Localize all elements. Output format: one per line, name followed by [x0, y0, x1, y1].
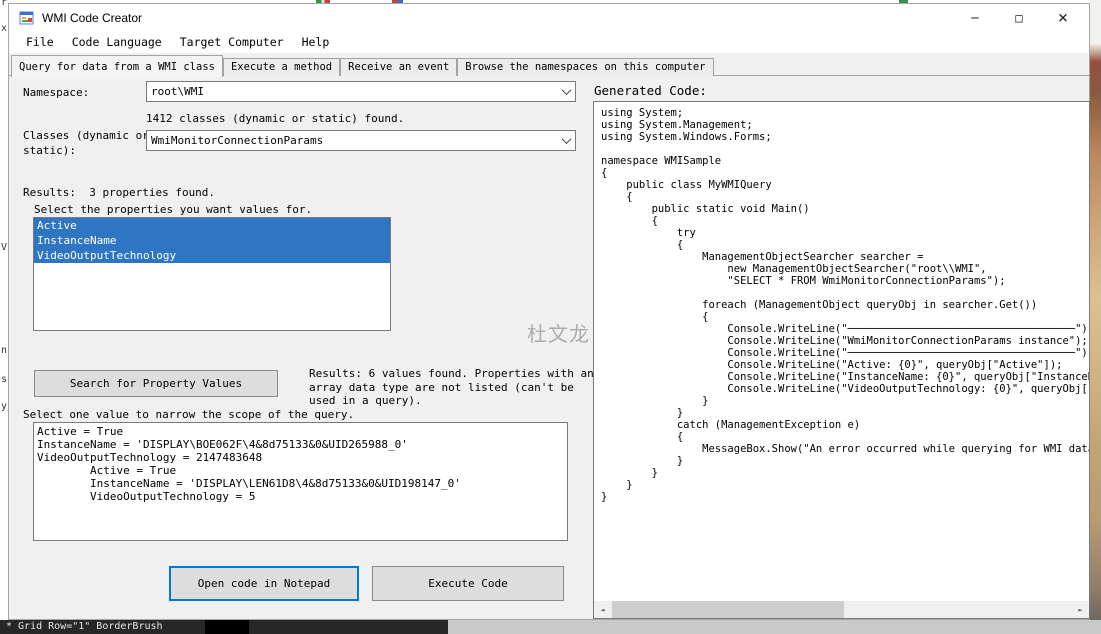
edge-letter: n — [1, 346, 7, 356]
namespace-value: root\WMI — [147, 85, 557, 98]
list-item[interactable]: VideoOutputTechnology = 2147483648 — [34, 451, 567, 464]
tab-execute-method[interactable]: Execute a method — [223, 58, 340, 76]
edge-letter: y — [1, 402, 7, 412]
search-property-values-button[interactable]: Search for Property Values — [34, 370, 278, 397]
edge-letter: x — [1, 24, 7, 34]
values-listbox[interactable]: Active = True InstanceName = 'DISPLAY\BO… — [33, 422, 568, 541]
list-item-instancename[interactable]: InstanceName — [34, 233, 390, 248]
app-icon — [19, 10, 35, 26]
list-item[interactable]: Active = True — [34, 425, 567, 438]
menu-item-code-language[interactable]: Code Language — [63, 33, 171, 51]
titlebar: WMI Code Creator ─ □ × — [9, 4, 1089, 31]
tabstrip: Query for data from a WMI class Execute … — [11, 54, 714, 76]
tab-browse-namespaces[interactable]: Browse the namespaces on this computer — [457, 58, 713, 76]
namespace-label: Namespace: — [23, 85, 89, 100]
window-controls: ─ □ × — [953, 4, 1085, 31]
menu-item-file[interactable]: File — [17, 33, 63, 51]
screen: r x V| n s y * Grid Row="1" BorderBrush … — [0, 0, 1101, 634]
watermark: 杜文龙 — [527, 318, 590, 347]
generated-code-textbox[interactable]: using System; using System.Management; u… — [594, 102, 1089, 601]
list-item-active[interactable]: Active — [34, 218, 390, 233]
maximize-button[interactable]: □ — [997, 4, 1041, 31]
namespace-combobox[interactable]: root\WMI — [146, 81, 576, 102]
open-code-notepad-button[interactable]: Open code in Notepad — [169, 566, 359, 601]
chevron-down-icon[interactable] — [557, 131, 575, 150]
menubar: File Code Language Target Computer Help — [9, 31, 1089, 53]
scroll-left-arrow-icon[interactable]: ◄ — [594, 601, 611, 618]
background-editor-bar: * Grid Row="1" BorderBrush — [0, 620, 1101, 634]
generated-code-box: using System; using System.Management; u… — [593, 101, 1090, 619]
menu-item-target-computer[interactable]: Target Computer — [171, 33, 293, 51]
classes-combobox[interactable]: WmiMonitorConnectionParams — [146, 130, 576, 151]
chevron-down-icon[interactable] — [557, 82, 575, 101]
menu-item-help[interactable]: Help — [293, 33, 339, 51]
list-item-videooutputtechnology[interactable]: VideoOutputTechnology — [34, 248, 390, 263]
select-value-text: Select one value to narrow the scope of … — [23, 407, 354, 422]
code-horizontal-scrollbar[interactable]: ◄ ► — [594, 601, 1089, 618]
edge-letter: r — [1, 0, 7, 8]
classes-found-text: 1412 classes (dynamic or static) found. — [146, 111, 404, 126]
classes-label: Classes (dynamic or static): — [23, 128, 153, 158]
window-title: WMI Code Creator — [42, 11, 142, 25]
generated-code-label: Generated Code: — [594, 83, 707, 98]
scroll-right-arrow-icon[interactable]: ► — [1072, 601, 1089, 618]
desktop-wallpaper-strip — [1090, 0, 1101, 620]
execute-code-button[interactable]: Execute Code — [372, 566, 564, 601]
tab-receive-event[interactable]: Receive an event — [340, 58, 457, 76]
classes-value: WmiMonitorConnectionParams — [147, 134, 557, 147]
list-item[interactable]: VideoOutputTechnology = 5 — [34, 490, 567, 503]
wmi-code-creator-window: WMI Code Creator ─ □ × File Code Languag… — [8, 3, 1090, 620]
close-button[interactable]: × — [1041, 4, 1085, 31]
scrollbar-thumb[interactable] — [612, 601, 844, 618]
minimize-button[interactable]: ─ — [953, 4, 997, 31]
select-properties-text: Select the properties you want values fo… — [34, 202, 312, 217]
bottom-black-box — [205, 620, 249, 634]
properties-listbox[interactable]: Active InstanceName VideoOutputTechnolog… — [33, 217, 391, 331]
edge-letter: s — [1, 375, 7, 385]
list-item[interactable]: Active = True — [34, 464, 567, 477]
list-item[interactable]: InstanceName = 'DISPLAY\BOE062F\4&8d7513… — [34, 438, 567, 451]
values-results-text: Results: 6 values found. Properties with… — [309, 367, 605, 408]
tab-query-wmi-class[interactable]: Query for data from a WMI class — [11, 55, 223, 77]
list-item[interactable]: InstanceName = 'DISPLAY\LEN61D8\4&8d7513… — [34, 477, 567, 490]
properties-results-text: Results: 3 properties found. — [23, 185, 215, 200]
